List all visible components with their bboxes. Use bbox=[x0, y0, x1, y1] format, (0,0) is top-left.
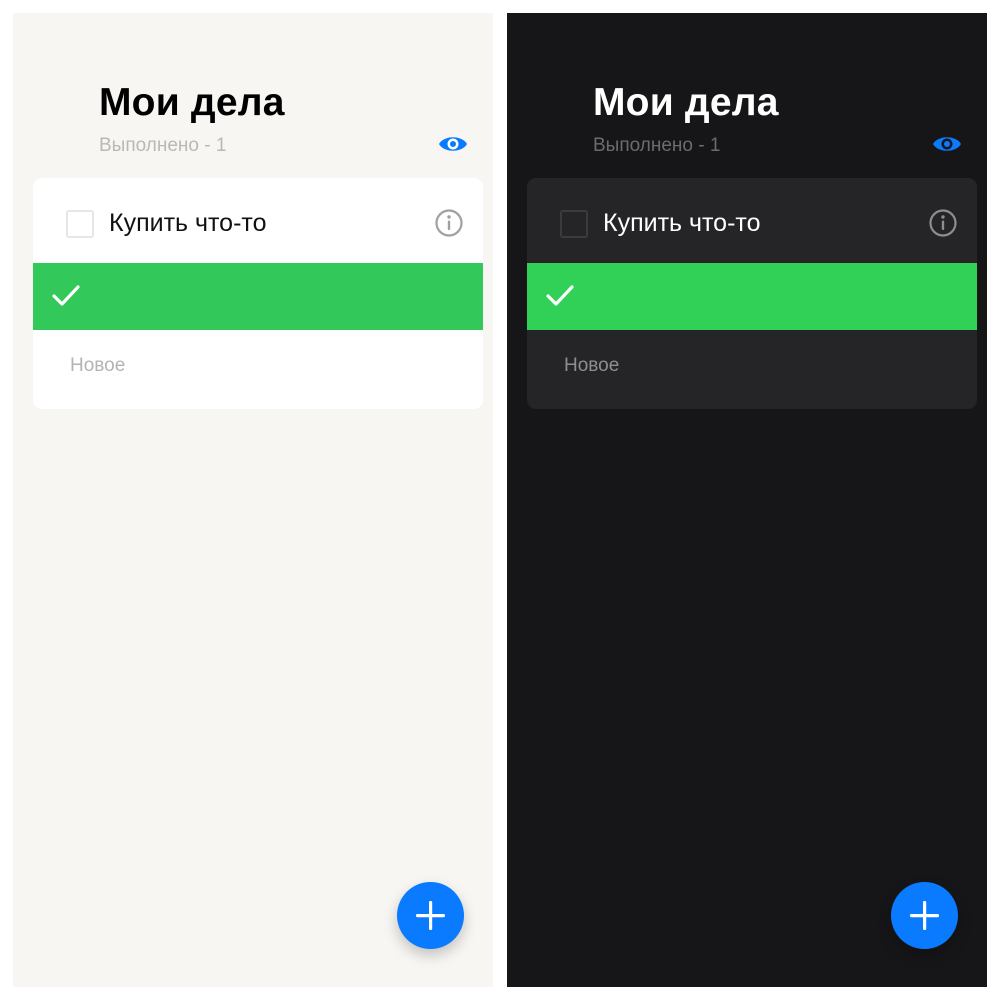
task-list-card: Купить что-то Новое bbox=[527, 178, 977, 409]
dark-theme-screen: Мои дела Выполнено - 1 Купить что-то Нов… bbox=[507, 13, 987, 987]
add-task-button[interactable] bbox=[397, 882, 464, 949]
page-title: Мои дела bbox=[99, 81, 285, 124]
task-checkbox[interactable] bbox=[66, 210, 94, 238]
light-theme-screen: Мои дела Выполнено - 1 Купить что-то Нов… bbox=[13, 13, 493, 987]
task-row[interactable]: Купить что-то bbox=[527, 178, 977, 263]
swipe-complete-action[interactable] bbox=[527, 263, 977, 330]
done-count-label: Выполнено - 1 bbox=[593, 135, 721, 156]
plus-icon bbox=[416, 901, 445, 930]
new-task-input[interactable]: Новое bbox=[564, 355, 619, 377]
eye-icon[interactable] bbox=[437, 132, 469, 156]
task-checkbox[interactable] bbox=[560, 210, 588, 238]
task-title: Купить что-то bbox=[603, 209, 761, 237]
new-task-input[interactable]: Новое bbox=[70, 355, 125, 377]
task-title: Купить что-то bbox=[109, 209, 267, 237]
done-count-label: Выполнено - 1 bbox=[99, 135, 227, 156]
swipe-complete-action[interactable] bbox=[33, 263, 483, 330]
checkmark-icon bbox=[52, 285, 80, 306]
eye-icon[interactable] bbox=[931, 132, 963, 156]
info-icon[interactable] bbox=[928, 208, 958, 238]
info-icon[interactable] bbox=[434, 208, 464, 238]
task-list-card: Купить что-то Новое bbox=[33, 178, 483, 409]
page-title: Мои дела bbox=[593, 81, 779, 124]
add-task-button[interactable] bbox=[891, 882, 958, 949]
checkmark-icon bbox=[546, 285, 574, 306]
plus-icon bbox=[910, 901, 939, 930]
task-row[interactable]: Купить что-то bbox=[33, 178, 483, 263]
